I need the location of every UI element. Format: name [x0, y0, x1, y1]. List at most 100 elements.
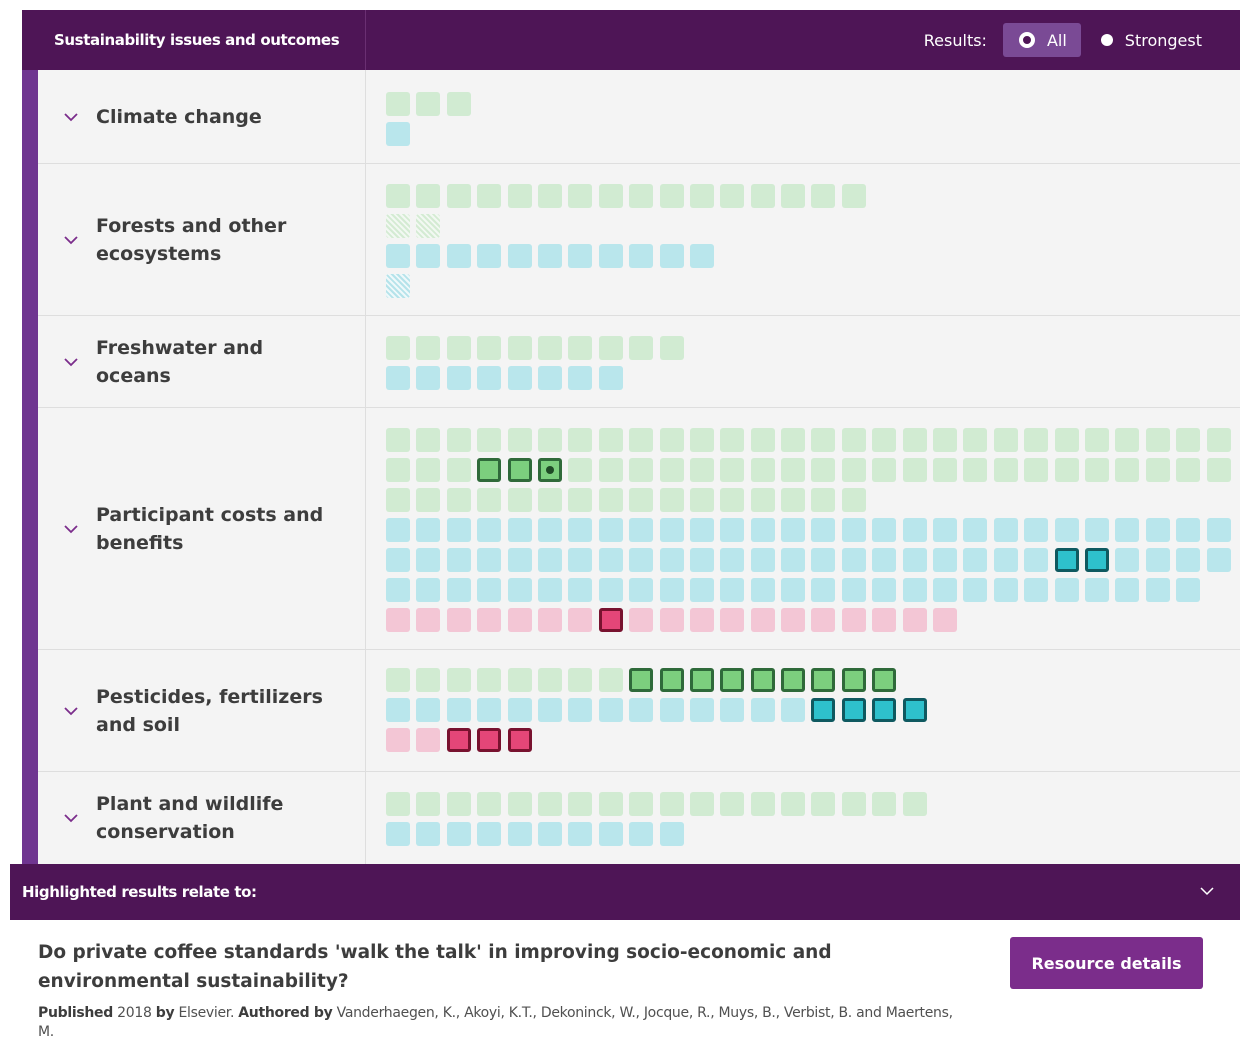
result-cell[interactable] — [902, 548, 927, 572]
result-cell[interactable] — [750, 458, 775, 482]
result-cell[interactable] — [598, 792, 623, 816]
result-cell[interactable] — [933, 578, 958, 602]
result-cell-hatched[interactable] — [386, 214, 410, 238]
result-cell[interactable] — [446, 488, 471, 512]
result-cell[interactable] — [629, 458, 654, 482]
result-cell[interactable] — [659, 518, 684, 542]
highlighted-result-cell[interactable] — [750, 668, 775, 692]
result-cell[interactable] — [659, 698, 684, 722]
result-cell[interactable] — [477, 336, 502, 360]
result-cell[interactable] — [416, 578, 441, 602]
result-cell[interactable] — [963, 428, 988, 452]
result-cell[interactable] — [993, 548, 1018, 572]
issue-toggle[interactable]: Pesticides, fertilizers and soil — [38, 650, 366, 771]
radio-strongest[interactable]: Strongest — [1085, 23, 1236, 57]
highlighted-result-cell[interactable] — [811, 668, 836, 692]
highlighted-result-cell[interactable] — [507, 728, 532, 752]
highlighted-result-cell[interactable] — [537, 458, 562, 482]
result-cell[interactable] — [537, 244, 562, 268]
highlighted-result-cell[interactable] — [1084, 548, 1109, 572]
result-cell[interactable] — [872, 458, 897, 482]
result-cell[interactable] — [416, 92, 441, 116]
result-cell[interactable] — [629, 578, 654, 602]
result-cell[interactable] — [568, 578, 593, 602]
result-cell[interactable] — [1176, 578, 1201, 602]
result-cell[interactable] — [416, 244, 441, 268]
result-cell[interactable] — [537, 366, 562, 390]
result-cell[interactable] — [689, 428, 714, 452]
result-cell[interactable] — [386, 668, 410, 692]
result-cell[interactable] — [416, 698, 441, 722]
result-cell[interactable] — [1024, 428, 1049, 452]
result-cell[interactable] — [902, 578, 927, 602]
result-cell[interactable] — [1024, 458, 1049, 482]
result-cell[interactable] — [689, 244, 714, 268]
result-cell[interactable] — [477, 578, 502, 602]
highlighted-result-cell[interactable] — [507, 458, 532, 482]
result-cell[interactable] — [598, 548, 623, 572]
result-cell[interactable] — [629, 518, 654, 542]
result-cell[interactable] — [568, 518, 593, 542]
result-cell[interactable] — [629, 608, 654, 632]
result-cell[interactable] — [993, 518, 1018, 542]
result-cell[interactable] — [1054, 428, 1079, 452]
result-cell[interactable] — [689, 608, 714, 632]
result-cell[interactable] — [477, 518, 502, 542]
result-cell[interactable] — [781, 578, 806, 602]
result-cell[interactable] — [507, 792, 532, 816]
result-cell[interactable] — [811, 792, 836, 816]
result-cell[interactable] — [1206, 458, 1231, 482]
highlighted-result-cell[interactable] — [477, 458, 502, 482]
result-cell[interactable] — [598, 822, 623, 846]
result-cell[interactable] — [689, 458, 714, 482]
highlighted-result-cell[interactable] — [446, 728, 471, 752]
result-cell[interactable] — [902, 458, 927, 482]
result-cell[interactable] — [537, 578, 562, 602]
result-cell[interactable] — [507, 428, 532, 452]
result-cell[interactable] — [720, 792, 745, 816]
result-cell[interactable] — [386, 458, 410, 482]
result-cell[interactable] — [1084, 428, 1109, 452]
result-cell[interactable] — [477, 668, 502, 692]
result-cell[interactable] — [386, 608, 410, 632]
result-cell[interactable] — [993, 428, 1018, 452]
result-cell[interactable] — [386, 244, 410, 268]
highlighted-result-cell[interactable] — [811, 698, 836, 722]
result-cell[interactable] — [781, 792, 806, 816]
result-cell[interactable] — [507, 244, 532, 268]
result-cell[interactable] — [689, 184, 714, 208]
result-cell[interactable] — [386, 578, 410, 602]
result-cell[interactable] — [568, 458, 593, 482]
result-cell[interactable] — [841, 458, 866, 482]
result-cell[interactable] — [811, 488, 836, 512]
result-cell[interactable] — [781, 488, 806, 512]
result-cell[interactable] — [568, 792, 593, 816]
result-cell[interactable] — [386, 792, 410, 816]
result-cell[interactable] — [537, 822, 562, 846]
result-cell[interactable] — [872, 578, 897, 602]
result-cell[interactable] — [872, 428, 897, 452]
result-cell[interactable] — [446, 92, 471, 116]
result-cell[interactable] — [386, 488, 410, 512]
result-cell[interactable] — [446, 428, 471, 452]
result-cell[interactable] — [1206, 548, 1231, 572]
result-cell[interactable] — [1176, 518, 1201, 542]
chevron-down-icon[interactable] — [1198, 882, 1216, 900]
result-cell[interactable] — [446, 184, 471, 208]
result-cell[interactable] — [1145, 548, 1170, 572]
result-cell[interactable] — [1054, 578, 1079, 602]
issue-toggle[interactable]: Freshwater and oceans — [38, 316, 366, 407]
highlighted-result-cell[interactable] — [872, 698, 897, 722]
result-cell[interactable] — [902, 792, 927, 816]
result-cell[interactable] — [781, 608, 806, 632]
result-cell[interactable] — [659, 578, 684, 602]
result-cell-hatched[interactable] — [386, 274, 410, 298]
result-cell[interactable] — [446, 244, 471, 268]
result-cell[interactable] — [507, 548, 532, 572]
result-cell[interactable] — [1115, 578, 1140, 602]
result-cell[interactable] — [416, 822, 441, 846]
result-cell[interactable] — [1176, 548, 1201, 572]
result-cell[interactable] — [1145, 458, 1170, 482]
highlighted-result-cell[interactable] — [841, 698, 866, 722]
result-cell[interactable] — [689, 578, 714, 602]
